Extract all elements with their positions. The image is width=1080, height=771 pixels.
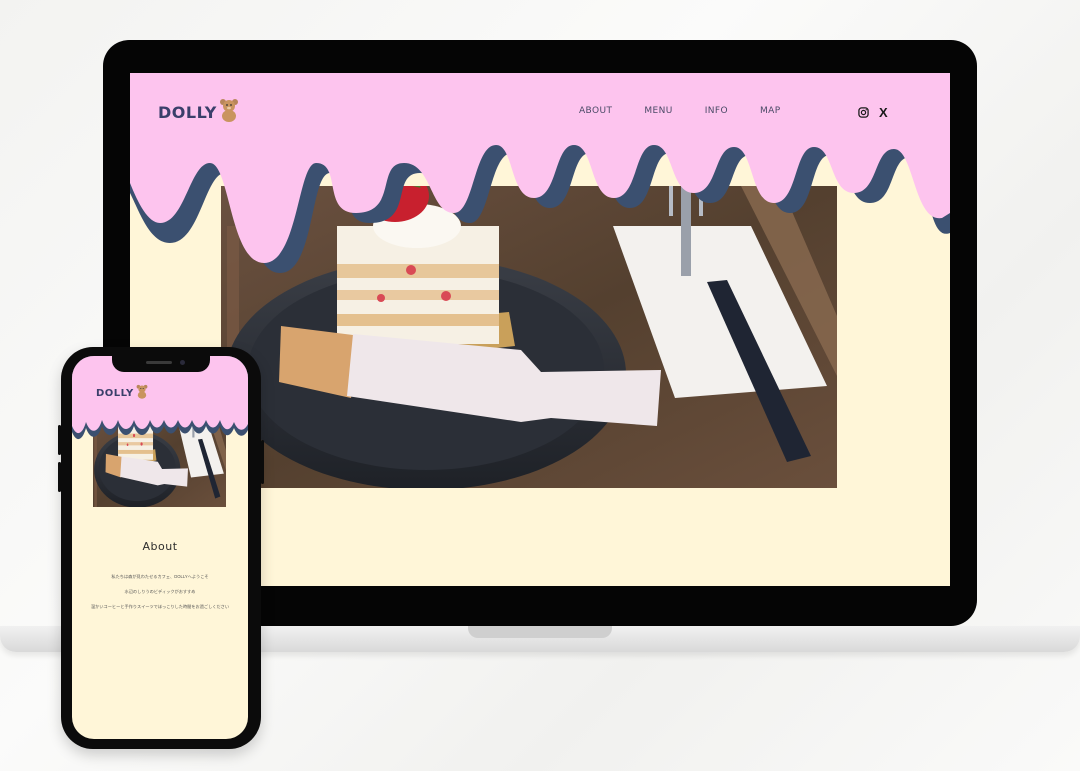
phone-speaker xyxy=(146,361,172,364)
phone-power-button xyxy=(261,440,264,484)
site-header: DOLLY ABOUT MENU INFO MAP X xyxy=(130,73,950,153)
mockup-stage: DOLLY ABOUT MENU INFO MAP X DOLLY About … xyxy=(0,0,1080,771)
mobile-hero-photo xyxy=(93,408,226,507)
about-text-line: 私たちは森が見わたせるカフェ、DOLLYへようこそ xyxy=(111,574,209,579)
phone-side-button xyxy=(58,462,61,492)
mobile-logo-text: DOLLY xyxy=(96,387,134,399)
about-text-line: 温かいコーヒーと手作りスイーツでほっこりした時間をお過ごしください xyxy=(90,604,230,609)
main-nav: ABOUT MENU INFO MAP xyxy=(579,106,781,116)
about-heading: About xyxy=(142,540,178,553)
instagram-icon[interactable] xyxy=(858,107,869,118)
phone-camera xyxy=(180,360,185,365)
hero-photo xyxy=(221,186,837,488)
phone-screen: DOLLY About 私たちは森が見わたせるカフェ、DOLLYへようこそ 水辺… xyxy=(72,356,248,739)
nav-map-link[interactable]: MAP xyxy=(760,106,781,116)
nav-menu-link[interactable]: MENU xyxy=(644,106,672,116)
site-logo[interactable]: DOLLY xyxy=(158,98,239,126)
teddy-bear-icon xyxy=(136,384,148,402)
nav-info-link[interactable]: INFO xyxy=(705,106,728,116)
about-text-line: 水辺のしりうのビディックがおすすめ xyxy=(124,589,196,594)
nav-about-link[interactable]: ABOUT xyxy=(579,106,612,116)
phone-side-button xyxy=(58,425,61,455)
laptop-base-notch xyxy=(468,626,612,638)
mobile-site-logo[interactable]: DOLLY xyxy=(96,384,148,402)
social-links: X xyxy=(858,105,888,120)
logo-text: DOLLY xyxy=(158,102,217,122)
x-icon[interactable]: X xyxy=(879,105,888,120)
teddy-bear-icon xyxy=(219,98,239,126)
